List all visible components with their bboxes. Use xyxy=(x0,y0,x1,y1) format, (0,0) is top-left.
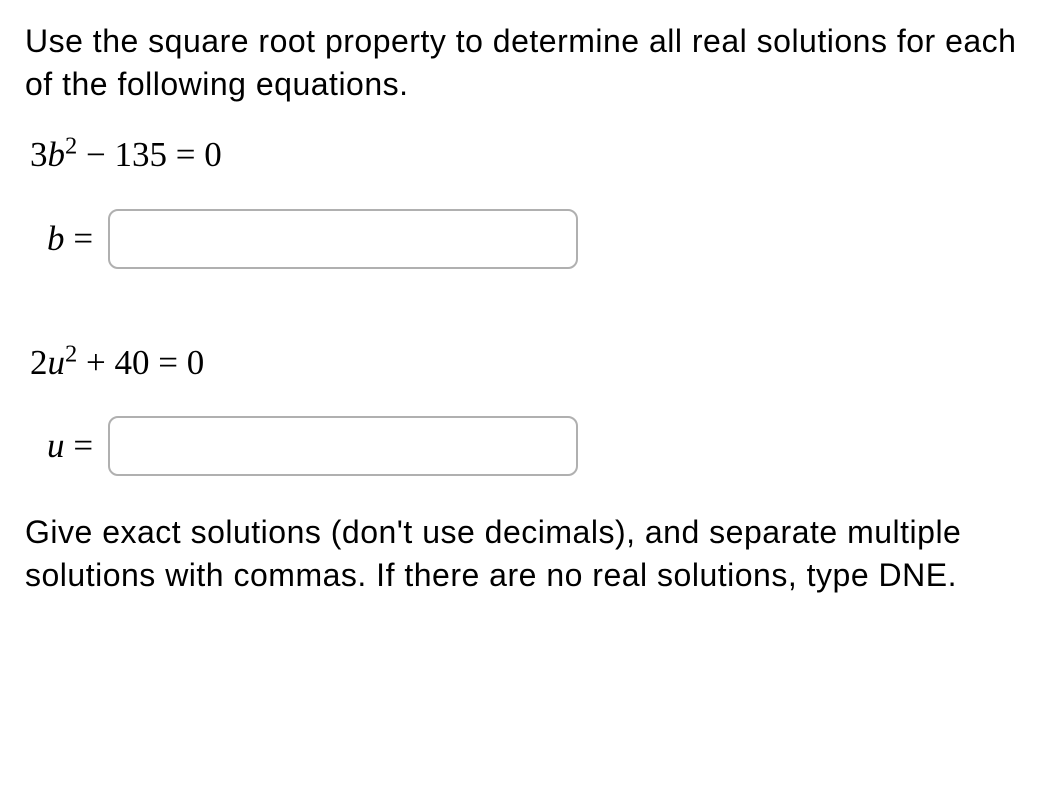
equation-1-exp: 2 xyxy=(65,133,77,160)
equation-1-equals-sign: = xyxy=(176,135,196,174)
answer-row-2: u = xyxy=(47,416,1017,476)
answer-1-input[interactable] xyxy=(108,209,578,269)
answer-1-label-wrapper: b = xyxy=(47,215,93,262)
answer-1-equals: = xyxy=(73,219,93,258)
equation-1-op: − xyxy=(86,135,106,174)
answer-2-input[interactable] xyxy=(108,416,578,476)
equation-1: 3b2 − 135 = 0 xyxy=(30,131,1017,178)
footer-note: Give exact solutions (don't use decimals… xyxy=(25,511,1017,597)
equation-2-op: + xyxy=(86,343,106,382)
answer-2-label-wrapper: u = xyxy=(47,422,93,469)
equation-2-var: u xyxy=(48,343,66,382)
equation-2-const: 40 xyxy=(115,343,150,382)
equation-2-exp: 2 xyxy=(65,340,77,367)
equation-2: 2u2 + 40 = 0 xyxy=(30,339,1017,386)
equation-2-equals-sign: = xyxy=(158,343,178,382)
equation-2-coef: 2 xyxy=(30,343,48,382)
equation-1-coef: 3 xyxy=(30,135,48,174)
answer-2-var: u xyxy=(47,426,65,465)
equation-1-var: b xyxy=(48,135,66,174)
instruction-text: Use the square root property to determin… xyxy=(25,20,1017,106)
answer-row-1: b = xyxy=(47,209,1017,269)
equation-1-const: 135 xyxy=(115,135,168,174)
answer-2-equals: = xyxy=(73,426,93,465)
equation-1-rhs: 0 xyxy=(204,135,222,174)
equation-2-rhs: 0 xyxy=(187,343,205,382)
answer-1-var: b xyxy=(47,219,65,258)
